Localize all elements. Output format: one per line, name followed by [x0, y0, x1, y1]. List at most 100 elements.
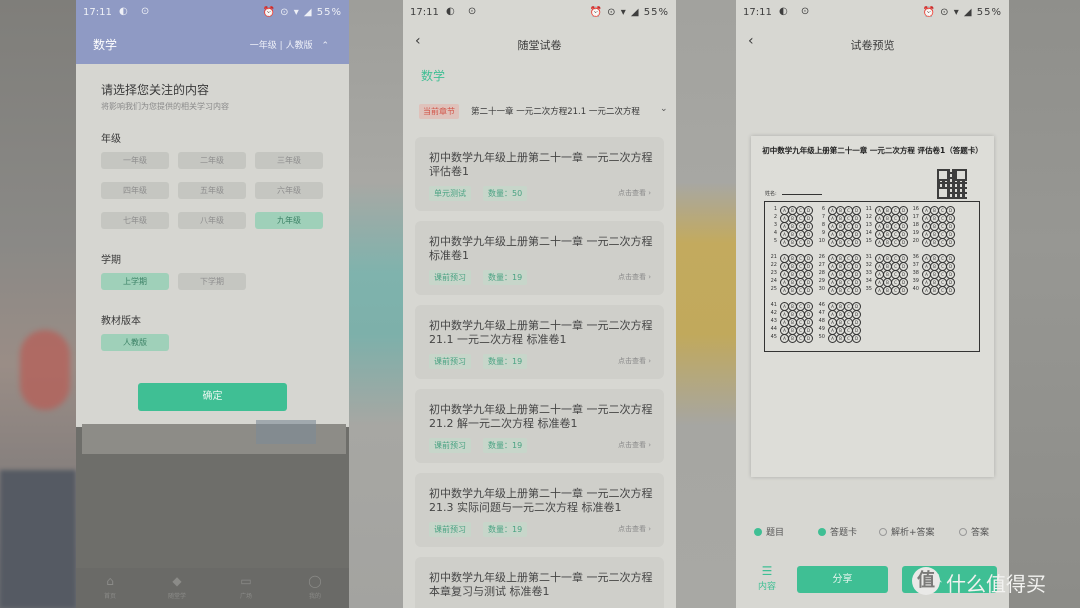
paper-card[interactable]: 初中数学九年级上册第二十一章 一元二次方程 21.1 一元二次方程 标准卷1 课… — [415, 305, 664, 379]
answer-bubble: D — [852, 238, 861, 247]
paper-tag: 课前预习 — [429, 270, 471, 285]
edition-chip[interactable]: 人教版 — [101, 334, 169, 351]
person-icon: ◯ — [308, 574, 322, 588]
paper-card[interactable]: 初中数学九年级上册第二十一章 一元二次方程 21.3 实际问题与一元二次方程 标… — [415, 473, 664, 547]
radio-circle-icon — [879, 528, 887, 536]
nav-me[interactable]: ◯ 我的 — [303, 574, 327, 600]
question-number: 48 — [818, 318, 825, 324]
status-icons-right: ⏰ ⊙ ▾ ◢ 55% — [922, 7, 1002, 18]
answer-row: 33 A B C D — [864, 270, 910, 279]
view-link[interactable]: 点击查看 › — [618, 440, 651, 450]
question-number: 49 — [818, 326, 825, 332]
name-underline — [782, 194, 823, 195]
paper-tag: 课前预习 — [429, 354, 471, 369]
paper-card[interactable]: 初中数学九年级上册第二十一章 一元二次方程 21.2 解一元二次方程 标准卷1 … — [415, 389, 664, 463]
answer-row: 39 A B C D — [911, 278, 957, 287]
answer-bubble: D — [804, 286, 813, 295]
share-button[interactable]: 分享 — [797, 566, 888, 593]
view-link-label: 点击查看 — [617, 273, 646, 281]
nav-square[interactable]: ▭ 广场 — [234, 574, 258, 600]
answer-row: 1ABCD — [769, 206, 815, 215]
term-label: 学期 — [101, 255, 121, 266]
dimmed-book-image — [256, 420, 316, 444]
question-number: 9 — [821, 230, 825, 236]
grade-chip-8[interactable]: 八年级 — [178, 212, 246, 229]
question-number: 17 — [912, 214, 919, 220]
answer-row: 47 A B C D — [817, 310, 863, 319]
background-left — [0, 0, 76, 608]
question-number: 39 — [912, 278, 919, 284]
view-link[interactable]: 点击查看 › — [618, 356, 651, 366]
view-link[interactable]: 点击查看 › — [618, 272, 651, 282]
grade-label: 年级 — [101, 134, 121, 145]
question-number: 34 — [865, 278, 872, 284]
answer-row: 15 A B C D — [864, 238, 910, 247]
watermark-text: 什么值得买 — [946, 572, 1046, 596]
answer-row: 44 A B C D — [769, 326, 815, 335]
option-questions[interactable]: 题目 — [754, 525, 784, 538]
view-link[interactable]: 点击查看 › — [618, 524, 651, 534]
header-grade: 一年级 — [249, 41, 277, 51]
nav-study[interactable]: ◆ 随堂学 — [162, 574, 192, 600]
chevron-right-icon: › — [648, 525, 651, 533]
answer-row: 38 A B C D — [911, 270, 957, 279]
view-link-label: 点击查看 — [617, 189, 646, 197]
paper-card[interactable]: 初中数学九年级上册第二十一章 一元二次方程 本章复习与测试 标准卷1 — [415, 557, 664, 608]
grade-chip-1[interactable]: 一年级 — [101, 152, 169, 169]
answer-row: 46 A B C D — [817, 302, 863, 311]
grade-chip-6[interactable]: 六年级 — [255, 182, 323, 199]
watermark-logo-icon: 值 — [912, 567, 940, 595]
grade-chip-7[interactable]: 七年级 — [101, 212, 169, 229]
answer-sheet-preview: 初中数学九年级上册第二十一章 一元二次方程 评估卷1（答题卡） 姓名: 1ABC… — [751, 136, 994, 477]
radio-circle-icon — [959, 528, 967, 536]
answer-row: 11 A B C D — [864, 206, 910, 215]
view-link[interactable]: 点击查看 › — [618, 188, 651, 198]
question-number: 28 — [818, 270, 825, 276]
grade-edition-selector[interactable]: 一年级 | 人教版 ⌃ — [250, 38, 329, 51]
answer-row: 18 A B C D — [911, 222, 957, 231]
grade-chip-2[interactable]: 二年级 — [178, 152, 246, 169]
option-answer-card[interactable]: 答题卡 — [818, 525, 857, 538]
watermark: 值 什么值得买 — [910, 563, 1070, 603]
option-analysis-answer[interactable]: 解析+答案 — [879, 525, 935, 538]
question-number: 46 — [818, 302, 825, 308]
term-chip-first-selected[interactable]: 上学期 — [101, 273, 169, 290]
grade-chip-3[interactable]: 三年级 — [255, 152, 323, 169]
nav-study-label: 随堂学 — [167, 593, 186, 600]
question-number: 23 — [770, 270, 777, 276]
status-icons-left: ◐ ⊙ — [119, 6, 155, 17]
status-bar: 17:11 ◐ ⊙ ⏰ ⊙ ▾ ◢ 55% — [76, 0, 349, 26]
term-chip-second[interactable]: 下学期 — [178, 273, 246, 290]
grade-chip-5[interactable]: 五年级 — [178, 182, 246, 199]
chevron-right-icon: › — [648, 273, 651, 281]
grade-chip-9-selected[interactable]: 九年级 — [255, 212, 323, 229]
confirm-button[interactable]: 确定 — [138, 383, 287, 411]
paper-tag: 课前预习 — [429, 438, 471, 453]
chapter-selector[interactable]: 当前章节 第二十一章 一元二次方程21.1 一元二次方程 ⌄ — [419, 104, 669, 120]
chevron-up-icon: ⌃ — [321, 41, 329, 51]
question-number: 24 — [770, 278, 777, 284]
status-icons-left: ◐ ⊙ — [446, 6, 482, 17]
answer-row: 22 A B C D — [769, 262, 815, 271]
chevron-right-icon: › — [648, 189, 651, 197]
question-number: 12 — [865, 214, 872, 220]
chevron-down-icon: ⌄ — [660, 104, 668, 114]
paper-card[interactable]: 初中数学九年级上册第二十一章 一元二次方程 标准卷1 课前预习 数量：19 点击… — [415, 221, 664, 295]
nav-home[interactable]: ⌂ 首页 — [98, 574, 122, 600]
question-number: 4 — [773, 230, 777, 236]
question-number: 25 — [770, 286, 777, 292]
question-number: 31 — [865, 254, 872, 260]
check-circle-icon — [754, 528, 762, 536]
grade-chip-4[interactable]: 四年级 — [101, 182, 169, 199]
status-bar: 17:11 ◐ ⊙ ⏰ ⊙ ▾ ◢ 55% — [403, 0, 676, 26]
question-number: 27 — [818, 262, 825, 268]
contents-button[interactable]: ☰ 内容 — [754, 565, 780, 592]
chapter-badge: 当前章节 — [419, 104, 459, 119]
question-number: 11 — [865, 206, 872, 212]
option-answer[interactable]: 答案 — [959, 525, 989, 538]
paper-card[interactable]: 初中数学九年级上册第二十一章 一元二次方程 评估卷1 单元测试 数量：50 点击… — [415, 137, 664, 211]
chevron-right-icon: › — [648, 357, 651, 365]
paper-count: 数量：50 — [483, 186, 528, 201]
question-number: 7 — [821, 214, 825, 220]
header-subject[interactable]: 数学 — [93, 36, 117, 53]
